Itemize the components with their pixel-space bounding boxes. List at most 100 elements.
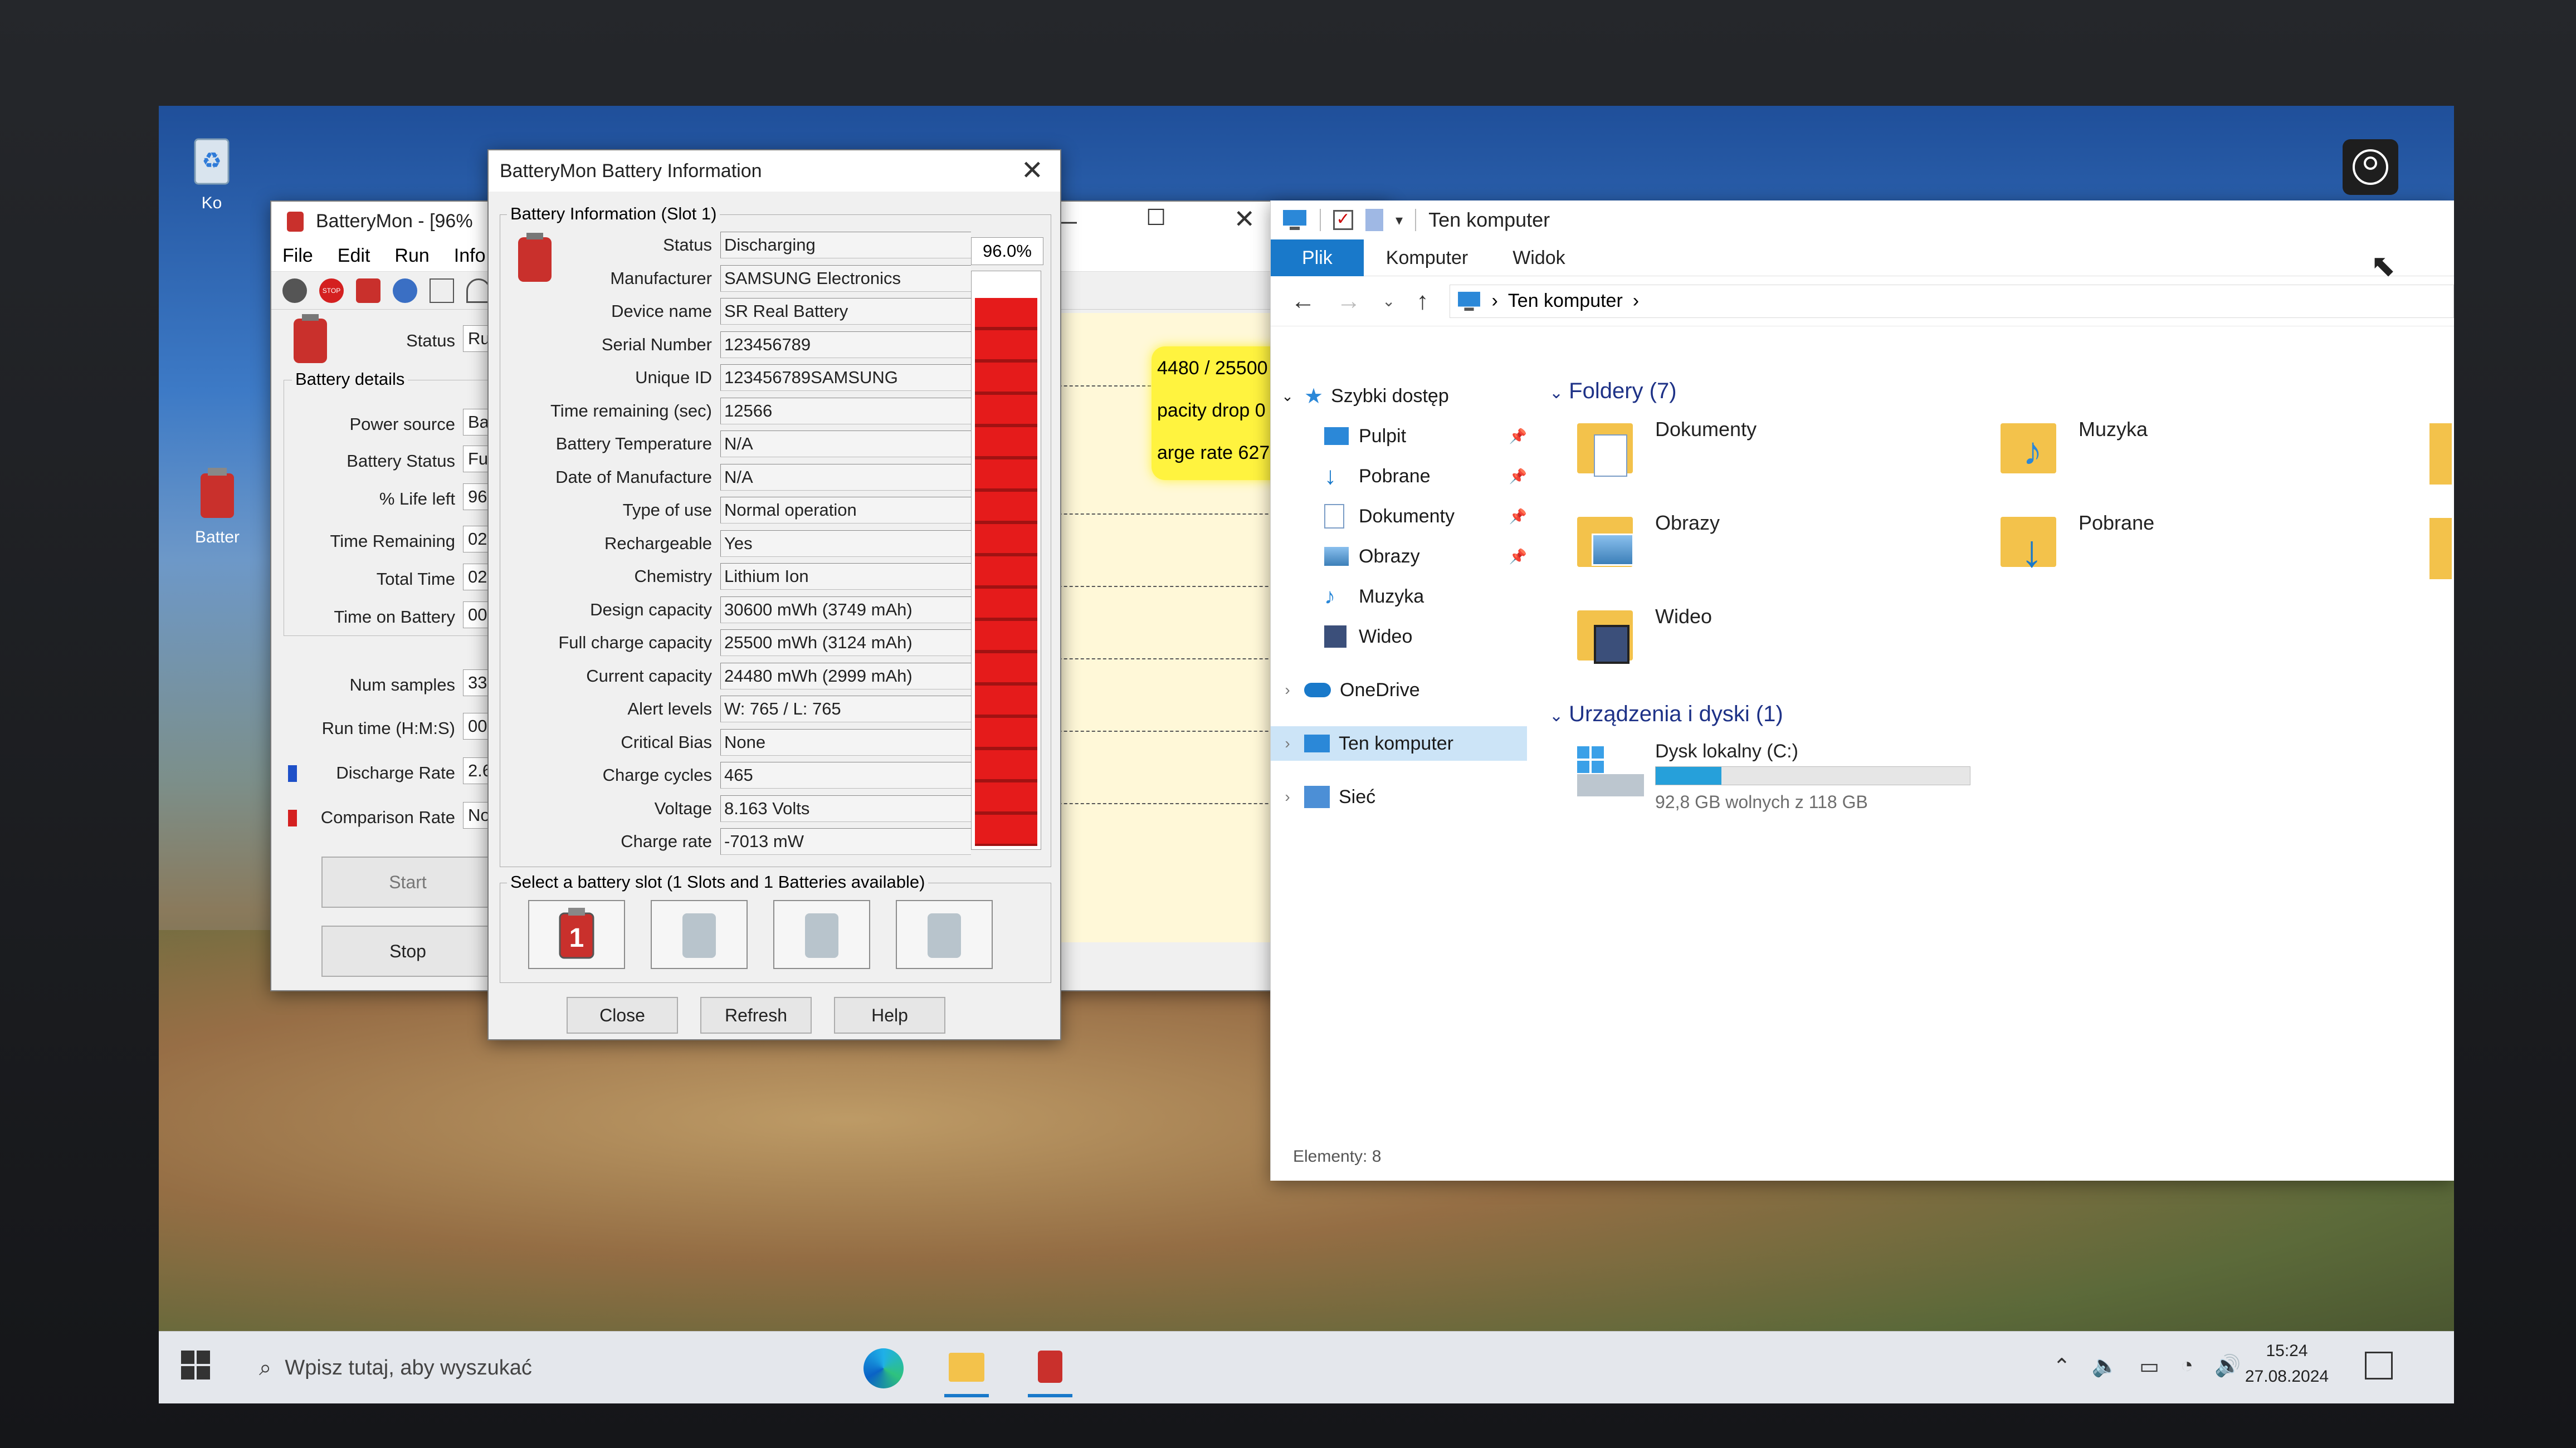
address-row: ← → ⌄ ↑ › Ten komputer › [1271, 276, 2454, 326]
close-button[interactable]: ✕ [1233, 204, 1255, 234]
folder-obrazy[interactable]: Obrazy [1577, 511, 1720, 573]
clipboard-icon[interactable] [430, 278, 454, 303]
file-explorer-taskbar-icon[interactable] [944, 1347, 989, 1397]
expand-chevron-icon[interactable]: ⌄ [1271, 388, 1304, 405]
web-icon[interactable] [393, 278, 417, 303]
speaker-icon[interactable]: 🔊 [2214, 1354, 2241, 1379]
expand-chevron-icon[interactable]: › [1271, 788, 1304, 806]
info-close-button[interactable]: Close [567, 997, 678, 1034]
battery-slot-2[interactable] [651, 900, 748, 969]
stop-icon[interactable]: STOP [319, 278, 344, 303]
nav-label: Pulpit [1359, 425, 1407, 447]
windows-start-icon[interactable] [181, 1351, 210, 1379]
battery-slot-group: Select a battery slot (1 Slots and 1 Bat… [500, 872, 1051, 983]
battery-info-group-title: Battery Information (Slot 1) [507, 204, 720, 224]
menu-edit[interactable]: Edit [338, 245, 370, 267]
folder-wideo[interactable]: Wideo [1577, 605, 1712, 666]
expand-chevron-icon[interactable]: › [1271, 735, 1304, 752]
forward-arrow-icon[interactable]: → [1336, 287, 1361, 315]
recent-locations-chevron-icon[interactable]: ⌄ [1382, 292, 1395, 310]
music-note-icon: ♪ [1324, 584, 1335, 609]
nav-label: OneDrive [1340, 679, 1420, 701]
nav-item-dokumenty[interactable]: Dokumenty 📌 [1271, 499, 1538, 534]
batterymon-desktop-icon[interactable]: Batter [181, 468, 253, 547]
tab-view[interactable]: Widok [1490, 239, 1587, 276]
battery-slot-1[interactable]: 1 [528, 900, 625, 969]
wifi-icon[interactable]: ◔ [2180, 1354, 2193, 1379]
stop-button[interactable]: Stop [321, 926, 494, 977]
edge-browser-icon[interactable] [863, 1348, 904, 1388]
nav-item-muzyka[interactable]: ♪ Muzyka [1271, 579, 1538, 614]
nav-item-obrazy[interactable]: Obrazy 📌 [1271, 539, 1538, 574]
system-tray: ⌃ 🔈 ▭ ◔ 🔊 [2053, 1354, 2241, 1379]
menu-run[interactable]: Run [394, 245, 429, 267]
info-row-value: None [720, 728, 971, 756]
recycle-bin-icon[interactable]: ♻ Ko [175, 128, 248, 213]
nav-onedrive[interactable]: › OneDrive [1271, 673, 1538, 707]
info-row-label: Critical Bias [621, 732, 712, 752]
info-row-label: Rechargeable [604, 533, 712, 553]
nav-item-wideo[interactable]: Wideo [1271, 619, 1538, 654]
nav-item-pulpit[interactable]: Pulpit 📌 [1271, 419, 1538, 453]
drive-c[interactable]: Dysk lokalny (C:) 92,8 GB wolnych z 118 … [1572, 741, 2017, 819]
help-button[interactable]: Help [834, 997, 945, 1034]
field-label: Total Time [376, 569, 455, 589]
tab-file[interactable]: Plik [1271, 239, 1364, 276]
drive-name: Dysk lokalny (C:) [1655, 741, 1798, 762]
address-bar[interactable]: › Ten komputer › [1450, 284, 2454, 318]
taskbar-search-box[interactable]: ⌕ Wpisz tutaj, aby wyszukać [231, 1332, 844, 1403]
expand-chevron-icon[interactable]: › [1271, 681, 1304, 699]
music-folder-icon: ♪ [2001, 418, 2062, 479]
network-icon [1304, 786, 1330, 808]
folder-pobrane[interactable]: ↓ Pobrane [2001, 511, 2154, 576]
notifications-icon[interactable] [2365, 1352, 2393, 1379]
charge-level-fill [975, 297, 1037, 846]
folders-header[interactable]: ⌄ Foldery (7) [1549, 379, 1677, 404]
show-hidden-icons-chevron-icon[interactable]: ⌃ [2053, 1354, 2071, 1379]
nav-item-pobrane[interactable]: ↓ Pobrane 📌 [1271, 459, 1538, 493]
up-arrow-icon[interactable]: ↑ [1416, 287, 1428, 315]
info-row-value: 465 [720, 762, 971, 789]
info-row-label: Time remaining (sec) [550, 400, 712, 420]
separator [1415, 209, 1417, 231]
battery-icon[interactable]: ▭ [2139, 1354, 2159, 1379]
separator [1320, 209, 1321, 231]
document-icon [1324, 504, 1344, 529]
drive-usage-bar [1655, 766, 1970, 785]
battery-slot-3[interactable] [773, 900, 870, 969]
folder-dokumenty[interactable]: Dokumenty [1577, 418, 1757, 479]
quick-access-toolbar-dropdown-icon[interactable]: ▾ [1396, 212, 1403, 229]
tab-computer[interactable]: Komputer [1364, 239, 1490, 276]
devices-header[interactable]: ⌄ Urządzenia i dyski (1) [1549, 702, 1783, 727]
folder-label: Muzyka [2079, 418, 2148, 441]
menu-file[interactable]: File [282, 245, 313, 267]
battery-info-icon[interactable] [356, 278, 380, 303]
properties-icon[interactable]: ✓ [1333, 210, 1353, 230]
desktop-icon-label: Batter [194, 528, 240, 546]
screen: ♻ Ko Batter BatteryMon - [96% — ☐ ✕ File… [159, 106, 2454, 1403]
stat-label: Num samples [349, 675, 456, 694]
batterymon-taskbar-icon[interactable] [1028, 1347, 1072, 1397]
folder-label: Dokumenty [1655, 418, 1757, 441]
taskbar-clock[interactable]: 15:24 27.08.2024 [2242, 1342, 2331, 1386]
battery-slot-4[interactable] [896, 900, 993, 969]
nav-label: Pobrane [1359, 465, 1431, 487]
volume-icon[interactable]: 🔈 [2092, 1354, 2118, 1379]
info-close-icon[interactable]: ✕ [1021, 155, 1043, 186]
maximize-button[interactable]: ☐ [1146, 205, 1166, 231]
back-arrow-icon[interactable]: ← [1291, 287, 1315, 315]
circle-user-icon [2353, 149, 2388, 185]
address-computer-icon [1458, 291, 1481, 311]
overlay-app-icon[interactable] [2343, 139, 2398, 195]
record-icon[interactable] [282, 278, 307, 303]
nav-network[interactable]: › Sieć [1271, 780, 1538, 814]
new-folder-icon[interactable] [1365, 209, 1383, 231]
refresh-button[interactable]: Refresh [700, 997, 812, 1034]
nav-quick-access[interactable]: ⌄ ★ Szybki dostęp [1271, 379, 1538, 413]
start-button[interactable]: Start [321, 857, 494, 908]
folder-muzyka[interactable]: ♪ Muzyka [2001, 418, 2148, 479]
clock-time: 15:24 [2266, 1342, 2308, 1360]
search-placeholder: Wpisz tutaj, aby wyszukać [285, 1356, 532, 1379]
menu-info[interactable]: Info [454, 245, 486, 267]
nav-this-pc[interactable]: › Ten komputer [1271, 726, 1527, 761]
